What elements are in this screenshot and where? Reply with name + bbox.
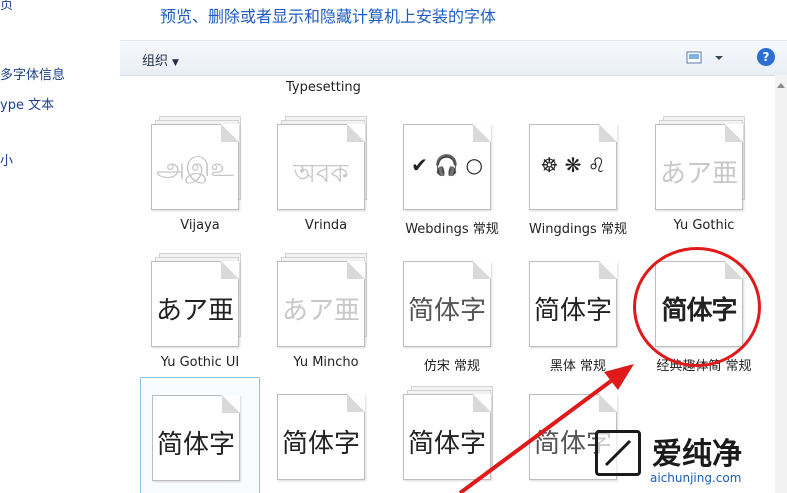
watermark-logo: 爱纯净 aichunjing.com bbox=[590, 425, 787, 493]
font-tile-yu-gothic-ui[interactable]: あア亜 Yu Gothic UI bbox=[140, 244, 260, 378]
font-name: Wingdings 常规 bbox=[529, 222, 627, 237]
help-icon[interactable]: ? bbox=[757, 48, 775, 66]
font-sample: あア亜 bbox=[281, 296, 360, 326]
font-name: 黑体 常规 bbox=[549, 359, 607, 374]
logo-icon bbox=[595, 430, 641, 476]
nav-link-size[interactable]: 小 bbox=[0, 150, 13, 169]
watermark-text: 爱纯净 bbox=[652, 437, 742, 472]
font-tile-wingdings[interactable]: ☸ ❋ ♌ Wingdings 常规 bbox=[518, 107, 638, 241]
font-name: Webdings 常规 bbox=[405, 222, 499, 237]
view-options-button[interactable] bbox=[685, 49, 729, 67]
font-name: Vijaya bbox=[180, 218, 220, 233]
font-sample: ✔ 🎧 ○ bbox=[411, 153, 483, 177]
chevron-down-icon: ▼ bbox=[172, 58, 179, 68]
scroll-up-icon[interactable] bbox=[777, 83, 785, 88]
toolbar: 组织 ▼ ? bbox=[120, 40, 787, 76]
font-tile-fangsong[interactable]: 简体字 仿宋 常规 bbox=[392, 244, 512, 378]
font-name: Yu Gothic bbox=[673, 218, 735, 233]
highlight-circle bbox=[633, 247, 761, 367]
font-sample: 简体字 bbox=[407, 429, 486, 459]
font-sample: あア亜 bbox=[155, 296, 234, 326]
font-tile[interactable]: 简体字 bbox=[266, 377, 386, 493]
font-sample: অবক bbox=[293, 159, 349, 189]
font-tile-family[interactable]: 简体字 bbox=[392, 377, 512, 493]
nav-link-1[interactable]: 页 bbox=[0, 0, 13, 13]
font-sample: 简体字 bbox=[407, 296, 486, 326]
font-name: 仿宋 常规 bbox=[423, 359, 481, 374]
font-tile-vrinda[interactable]: অবক Vrinda bbox=[266, 107, 386, 241]
font-name: Vrinda bbox=[304, 218, 348, 233]
watermark-url: aichunjing.com bbox=[650, 471, 742, 485]
organize-button[interactable]: 组织 ▼ bbox=[142, 50, 179, 69]
font-sample: あア亜 bbox=[659, 159, 738, 189]
page-heading: 预览、删除或者显示和隐藏计算机上安装的字体 bbox=[160, 7, 497, 26]
font-tile-webdings[interactable]: ✔ 🎧 ○ Webdings 常规 bbox=[392, 107, 512, 241]
view-icon bbox=[686, 51, 723, 64]
font-name: Yu Gothic UI bbox=[160, 355, 240, 370]
font-sample: அஇஉ bbox=[156, 153, 234, 183]
navigation-pane: 页 多字体信息 ype 文本 小 bbox=[0, 0, 120, 493]
font-sample: 简体字 bbox=[281, 429, 360, 459]
font-sample: 简体字 bbox=[156, 430, 235, 460]
font-label-typesetting: Typesetting bbox=[286, 80, 361, 95]
font-tile-selected[interactable]: 简体字 bbox=[140, 377, 260, 493]
font-sample: ☸ ❋ ♌ bbox=[540, 153, 606, 177]
font-tile-yu-gothic[interactable]: あア亜 Yu Gothic bbox=[644, 107, 764, 241]
font-tile-yu-mincho[interactable]: あア亜 Yu Mincho bbox=[266, 244, 386, 378]
font-name: Yu Mincho bbox=[293, 355, 359, 370]
nav-link-font-info[interactable]: 多字体信息 bbox=[0, 64, 65, 83]
organize-label: 组织 bbox=[142, 54, 169, 69]
nav-link-cleartype[interactable]: ype 文本 bbox=[0, 94, 54, 113]
font-sample: 简体字 bbox=[533, 296, 612, 326]
font-tile-vijaya[interactable]: அஇஉ Vijaya bbox=[140, 107, 260, 241]
font-tile-heiti[interactable]: 简体字 黑体 常规 bbox=[518, 244, 638, 378]
